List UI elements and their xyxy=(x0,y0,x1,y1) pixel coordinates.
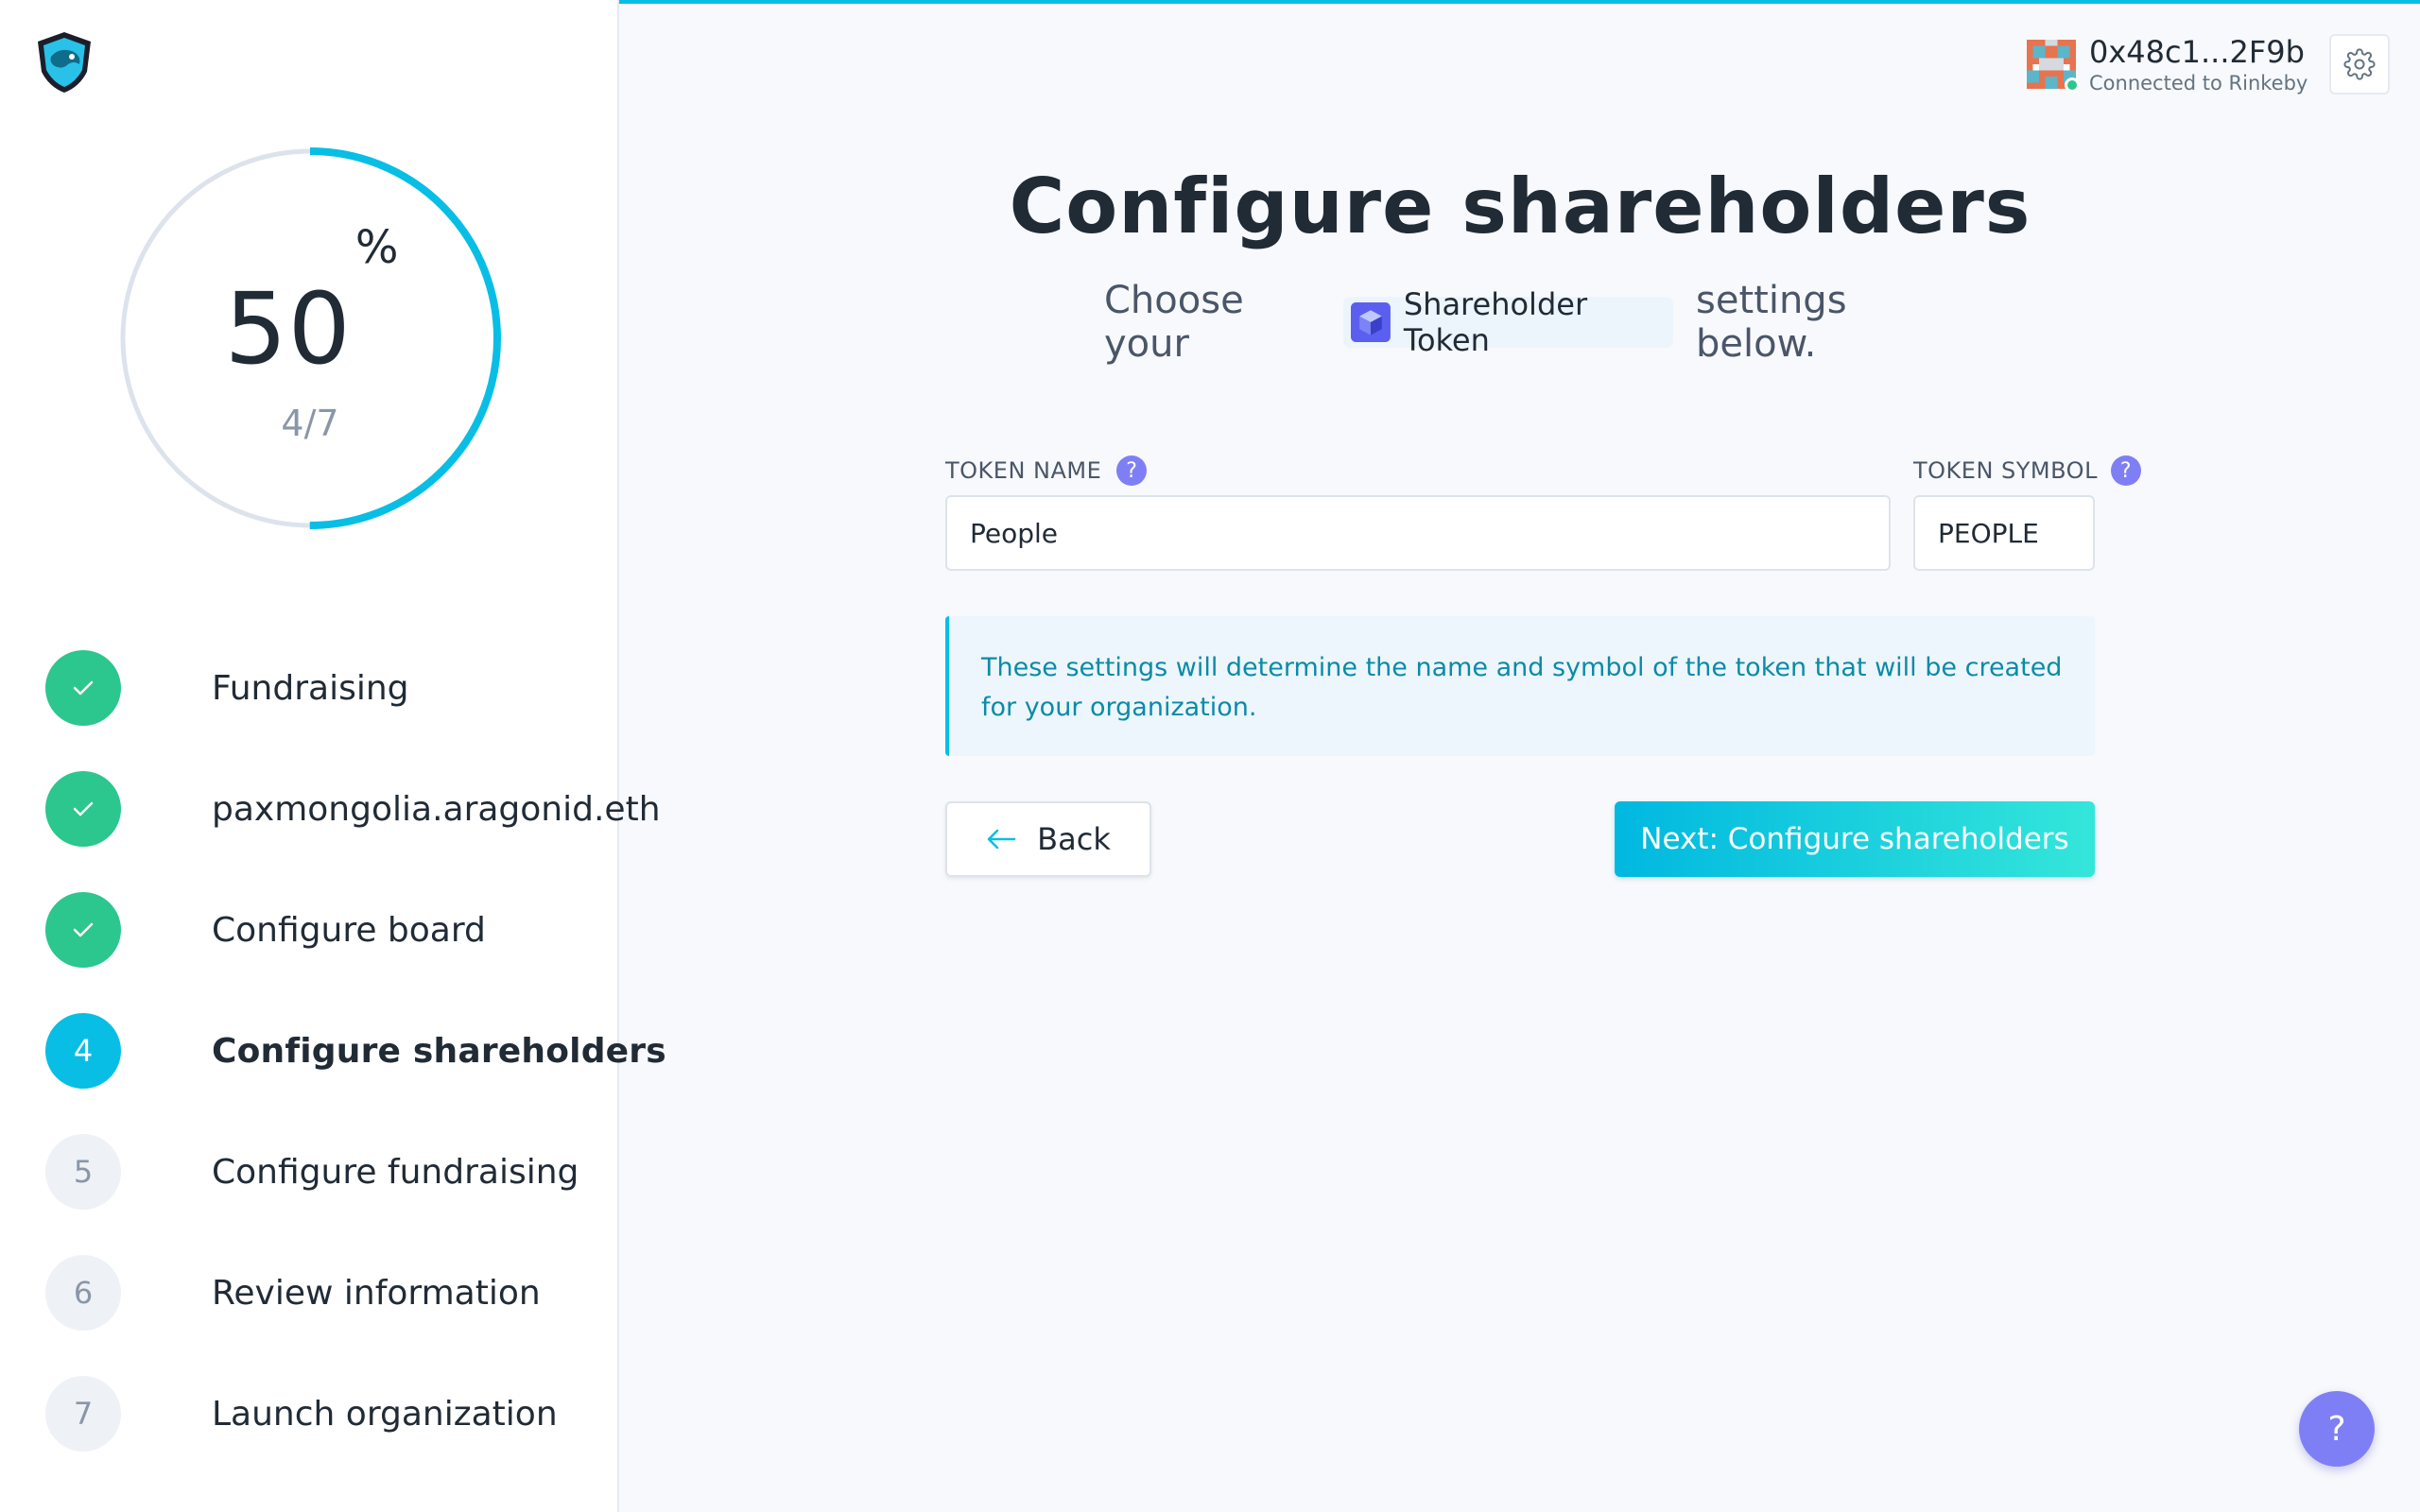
step-configure-board[interactable]: Configure board xyxy=(45,892,613,968)
page-subtitle: Choose your Shareholder Token settings b… xyxy=(1104,279,1955,366)
check-icon xyxy=(45,892,121,968)
step-configure-shareholders[interactable]: 4 Configure shareholders xyxy=(45,1013,666,1089)
token-symbol-input[interactable]: PEOPLE xyxy=(1913,495,2095,571)
network-status: Connected to Rinkeby xyxy=(2089,72,2308,94)
step-review-information[interactable]: 6 Review information xyxy=(45,1255,613,1331)
step-label: Configure shareholders xyxy=(212,1031,666,1071)
back-button[interactable]: Back xyxy=(945,801,1151,877)
online-status-dot xyxy=(2065,77,2080,93)
progress-percent: 50% xyxy=(224,221,400,387)
percent-sign: % xyxy=(354,221,400,274)
step-label: paxmongolia.aragonid.eth xyxy=(212,789,661,829)
step-label: Configure fundraising xyxy=(212,1152,579,1192)
account-badge[interactable]: 0x48c1...2F9b Connected to Rinkeby xyxy=(2027,34,2308,96)
step-label: Configure board xyxy=(212,910,486,950)
help-icon[interactable]: ? xyxy=(1116,455,1148,486)
cube-icon xyxy=(1350,302,1391,342)
step-configure-fundraising[interactable]: 5 Configure fundraising xyxy=(45,1134,613,1210)
page-title: Configure shareholders xyxy=(1009,163,2031,250)
arrow-left-icon xyxy=(987,829,1016,850)
check-icon xyxy=(45,650,121,726)
step-number: 6 xyxy=(45,1255,121,1331)
token-tag-label: Shareholder Token xyxy=(1403,286,1588,358)
help-button[interactable]: ? xyxy=(2299,1391,2375,1467)
step-number: 5 xyxy=(45,1134,121,1210)
gear-icon xyxy=(2343,48,2376,80)
step-label: Launch organization xyxy=(212,1394,558,1434)
info-box: These settings will determine the name a… xyxy=(945,616,2095,756)
check-icon xyxy=(45,771,121,847)
aragon-logo-icon[interactable] xyxy=(30,28,98,96)
step-number: 7 xyxy=(45,1376,121,1452)
step-label: Review information xyxy=(212,1273,541,1313)
settings-button[interactable] xyxy=(2329,34,2390,94)
token-symbol-label: TOKEN SYMBOL ? xyxy=(1913,455,2141,486)
step-number: 4 xyxy=(45,1013,121,1089)
step-fundraising[interactable]: Fundraising xyxy=(45,650,613,726)
account-address: 0x48c1...2F9b xyxy=(2089,34,2305,70)
token-name-label: TOKEN NAME ? xyxy=(945,455,1148,486)
help-icon[interactable]: ? xyxy=(2110,455,2141,486)
token-tag: Shareholder Token xyxy=(1342,286,1674,358)
step-launch-organization[interactable]: 7 Launch organization xyxy=(45,1376,613,1452)
progress-ring: 50% 4/7 xyxy=(117,146,503,531)
sidebar: 50% 4/7 Fundraising paxmongolia.aragonid… xyxy=(0,0,666,1512)
progress-fraction: 4/7 xyxy=(281,403,339,444)
step-label: Fundraising xyxy=(212,668,409,708)
back-button-label: Back xyxy=(1037,821,1111,857)
subtitle-prefix: Choose your xyxy=(1104,279,1244,366)
step-domain[interactable]: paxmongolia.aragonid.eth xyxy=(45,771,661,847)
next-button[interactable]: Next: Configure shareholders xyxy=(1615,801,2095,877)
subtitle-suffix: settings below. xyxy=(1696,279,1847,366)
token-name-input[interactable]: People xyxy=(945,495,1891,571)
